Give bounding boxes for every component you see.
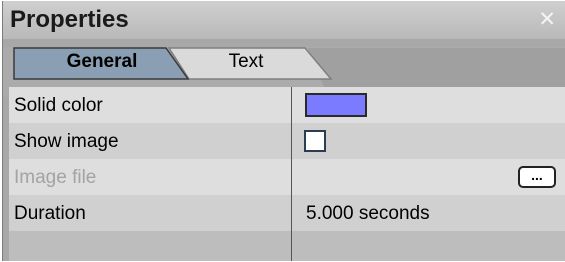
tab-general[interactable]: General <box>47 47 157 77</box>
property-name: Duration <box>14 203 86 224</box>
property-name: Solid color <box>14 95 103 116</box>
column-divider <box>291 87 292 261</box>
panel-title: Properties <box>10 6 129 33</box>
property-grid: Solid color Show image Image file ... Du… <box>9 87 565 261</box>
tab-text[interactable]: Text <box>191 47 301 77</box>
show-image-checkbox[interactable] <box>304 130 326 152</box>
browse-button[interactable]: ... <box>518 166 556 188</box>
property-row-solid-color: Solid color <box>9 87 565 124</box>
color-swatch[interactable] <box>305 93 367 117</box>
property-row-image-file: Image file ... <box>9 159 565 196</box>
property-row-empty <box>9 231 565 261</box>
property-row-show-image: Show image <box>9 123 565 160</box>
property-row-duration: Duration 5.000 seconds <box>9 195 565 232</box>
close-icon[interactable]: ✕ <box>538 9 556 30</box>
duration-value[interactable]: 5.000 seconds <box>306 195 430 232</box>
properties-panel: Properties ✕ General Text Solid color Sh… <box>2 1 565 261</box>
property-name: Image file <box>14 167 97 188</box>
title-bar: Properties ✕ <box>3 1 565 39</box>
property-name: Show image <box>14 131 119 152</box>
